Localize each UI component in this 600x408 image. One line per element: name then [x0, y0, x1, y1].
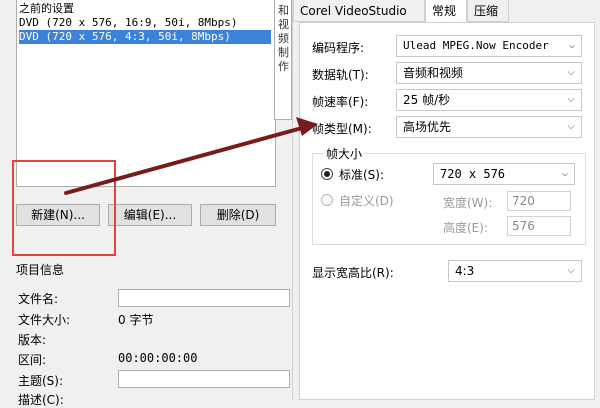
data-track-select[interactable]: 音频和视频 ⌵ [396, 62, 582, 84]
version-label: 版本: [18, 333, 47, 347]
file-name-field [118, 289, 290, 307]
chevron-down-icon: ⌵ [567, 121, 575, 132]
frame-type-select[interactable]: 高场优先 ⌵ [396, 116, 582, 138]
file-size-value: 0 字节 [118, 313, 154, 327]
range-label: 区间: [18, 353, 47, 367]
chevron-down-icon: ⌵ [567, 265, 575, 276]
aspect-ratio-value: 4:3 [455, 264, 475, 278]
width-input[interactable]: 720 [507, 191, 571, 211]
side-text-strip: 和 视 频 制 作 [274, 0, 292, 120]
encoder-select[interactable]: Ulead MPEG.Now Encoder ⌵ [396, 35, 582, 57]
standard-size-select[interactable]: 720 x 576 ⌵ [433, 163, 575, 185]
chevron-down-icon: ⌵ [567, 67, 575, 78]
range-value: 00:00:00:00 [118, 351, 198, 365]
standard-label: 标准(S): [339, 168, 385, 182]
custom-label: 自定义(D) [339, 194, 394, 208]
frame-type-label: 帧类型(M): [312, 122, 372, 136]
tab-general[interactable]: 常规 [425, 0, 467, 22]
project-info-title: 项目信息 [16, 263, 65, 277]
file-name-label: 文件名: [18, 292, 59, 306]
custom-radio[interactable] [321, 194, 333, 206]
standard-radio[interactable] [321, 168, 333, 180]
aspect-ratio-select[interactable]: 4:3 ⌵ [448, 260, 582, 282]
encoder-value: Ulead MPEG.Now Encoder [403, 39, 549, 52]
standard-size-value: 720 x 576 [440, 167, 506, 181]
frame-rate-label: 帧速率(F): [312, 95, 369, 109]
width-label: 宽度(W): [443, 196, 493, 210]
aspect-ratio-label: 显示宽高比(R): [312, 266, 394, 280]
encoder-label: 编码程序: [312, 41, 365, 55]
chevron-down-icon: ⌵ [567, 94, 575, 105]
data-track-label: 数据轨(T): [312, 68, 369, 82]
highlight-box [12, 160, 116, 256]
frame-rate-value: 25 帧/秒 [403, 93, 451, 107]
frame-rate-select[interactable]: 25 帧/秒 ⌵ [396, 89, 582, 111]
video-save-options-dialog: Corel VideoStudio 常规 压缩 编码程序: Ulead MPEG… [292, 0, 600, 400]
tab-corel-videostudio[interactable]: Corel VideoStudio [293, 0, 425, 22]
edit-button[interactable]: 编辑(E)... [108, 204, 192, 226]
chevron-down-icon: ⌵ [568, 40, 575, 51]
height-label: 高度(E): [443, 221, 488, 235]
previous-settings-dialog: 之前的设置 DVD (720 x 576, 16:9, 50i, 8Mbps) … [0, 0, 290, 407]
file-size-label: 文件大小: [18, 313, 71, 327]
frame-type-value: 高场优先 [403, 120, 452, 134]
subject-label: 主题(S): [18, 374, 64, 388]
preset-item-4-3[interactable]: DVD (720 x 576, 4:3, 50i, 8Mbps) [19, 30, 271, 44]
data-track-value: 音频和视频 [403, 66, 464, 80]
subject-input[interactable] [118, 370, 290, 388]
preset-list[interactable]: 之前的设置 DVD (720 x 576, 16:9, 50i, 8Mbps) … [16, 0, 276, 187]
general-tab-panel: 编码程序: Ulead MPEG.Now Encoder ⌵ 数据轨(T): 音… [299, 22, 595, 400]
tab-compression[interactable]: 压缩 [467, 0, 509, 22]
side-strip-text: 和 视 频 制 作 [278, 4, 289, 73]
frame-size-group: 标准(S): 720 x 576 ⌵ 自定义(D) 宽度(W): 720 高度(… [312, 153, 586, 245]
preset-item-16-9[interactable]: DVD (720 x 576, 16:9, 50i, 8Mbps) [19, 16, 271, 30]
delete-button[interactable]: 删除(D) [200, 204, 276, 226]
preset-list-heading: 之前的设置 [19, 2, 74, 15]
chevron-down-icon: ⌵ [561, 168, 568, 179]
frame-size-group-label: 帧大小 [324, 145, 365, 162]
height-input[interactable]: 576 [507, 216, 571, 236]
